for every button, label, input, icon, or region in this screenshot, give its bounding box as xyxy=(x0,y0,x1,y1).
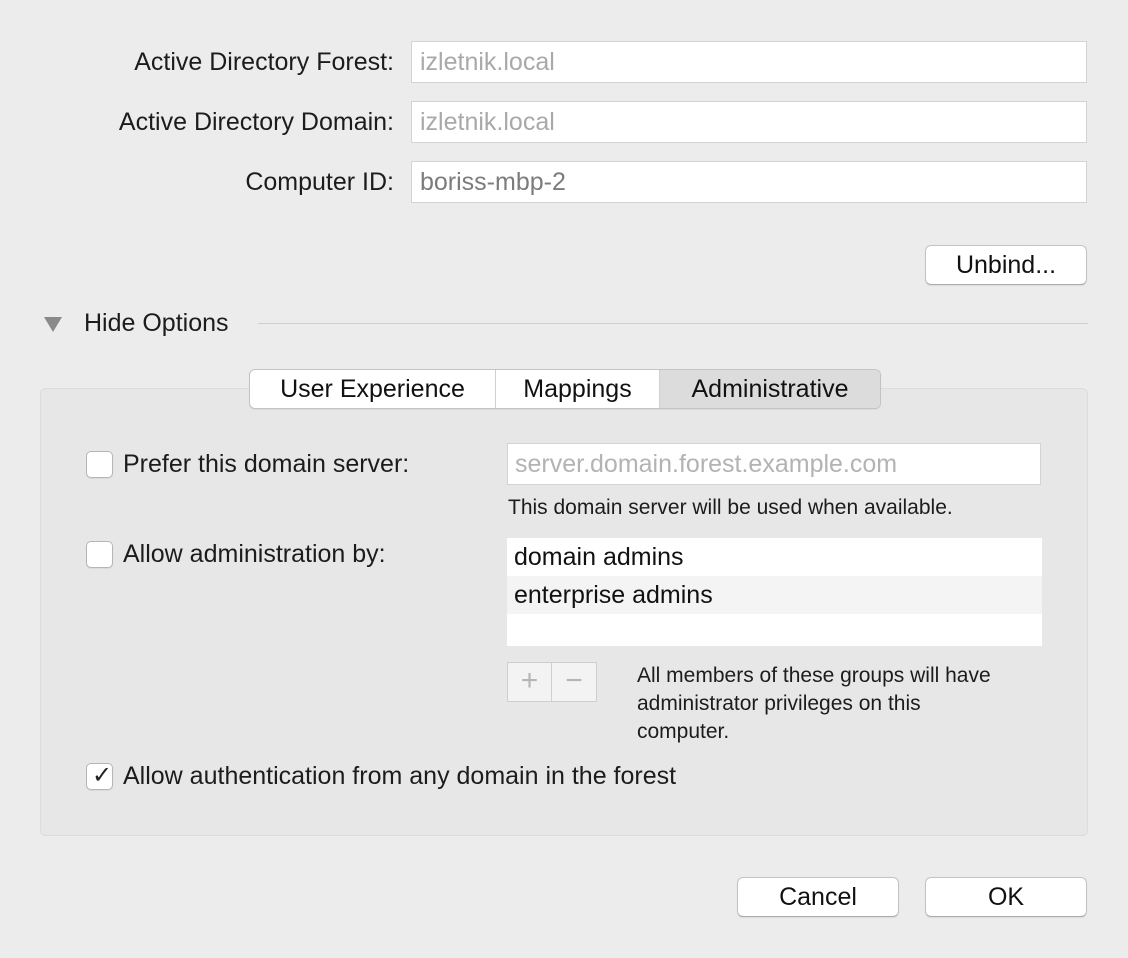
domain-label: Active Directory Domain: xyxy=(118,108,394,136)
list-item[interactable]: domain admins xyxy=(507,538,1042,576)
add-remove-control: + − xyxy=(507,662,597,702)
admin-hint: All members of these groups will have ad… xyxy=(637,662,991,746)
admin-groups-list[interactable]: domain admins enterprise admins xyxy=(507,538,1042,646)
forest-label: Active Directory Forest: xyxy=(134,48,394,76)
admin-hint-line: All members of these groups will have xyxy=(637,664,991,687)
tab-mappings[interactable]: Mappings xyxy=(496,370,660,408)
hide-options-label[interactable]: Hide Options xyxy=(84,309,229,338)
unbind-button[interactable]: Unbind... xyxy=(925,245,1087,285)
forest-field[interactable]: izletnik.local xyxy=(411,41,1087,83)
remove-group-button[interactable]: − xyxy=(552,663,596,701)
disclosure-triangle-down-icon[interactable] xyxy=(44,317,62,332)
allow-admin-checkbox[interactable] xyxy=(86,541,113,568)
prefer-server-checkbox[interactable] xyxy=(86,451,113,478)
list-item[interactable]: enterprise admins xyxy=(507,576,1042,614)
tab-administrative[interactable]: Administrative xyxy=(660,370,880,408)
server-hint: This domain server will be used when ava… xyxy=(508,496,953,519)
allow-auth-label: Allow authentication from any domain in … xyxy=(123,762,677,790)
tab-bar: User Experience Mappings Administrative xyxy=(249,369,881,409)
domain-field[interactable]: izletnik.local xyxy=(411,101,1087,143)
tab-user-experience[interactable]: User Experience xyxy=(250,370,496,408)
domain-server-input[interactable]: server.domain.forest.example.com xyxy=(507,443,1041,485)
admin-hint-line: administrator privileges on this xyxy=(637,692,921,715)
computer-id-field[interactable]: boriss-mbp-2 xyxy=(411,161,1087,203)
options-divider xyxy=(258,323,1088,324)
computer-id-label: Computer ID: xyxy=(245,168,394,196)
prefer-server-label: Prefer this domain server: xyxy=(123,450,410,478)
add-group-button[interactable]: + xyxy=(508,663,552,701)
checkmark-icon: ✓ xyxy=(92,762,113,789)
admin-hint-line: computer. xyxy=(637,720,730,743)
ok-button[interactable]: OK xyxy=(925,877,1087,917)
allow-admin-label: Allow administration by: xyxy=(123,540,386,568)
cancel-button[interactable]: Cancel xyxy=(737,877,899,917)
allow-auth-checkbox[interactable]: ✓ xyxy=(86,762,113,790)
